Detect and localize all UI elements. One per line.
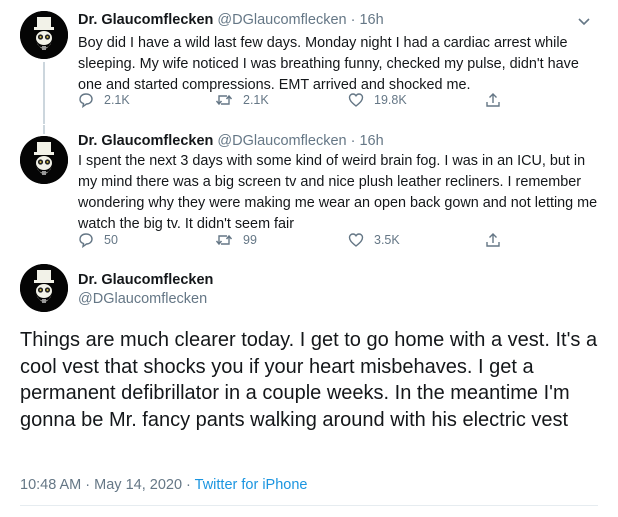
share-button[interactable] [485,232,511,248]
tweet-meta: 10:48 AM · May 14, 2020 · Twitter for iP… [20,477,307,493]
glaucomflecken-avatar-icon [20,11,68,59]
separator-dot: · [350,12,356,28]
retweet-button[interactable]: 99 [215,232,257,248]
avatar[interactable] [20,136,68,184]
main-tweet-text: Things are much clearer today. I get to … [20,329,598,431]
thread-tweet-1[interactable]: Dr. Glaucomflecken @DGlaucomflecken · 16… [0,0,618,125]
tweet-text: Boy did I have a wild last few days. Mon… [78,35,579,93]
glaucomflecken-avatar-icon [20,136,68,184]
user-handle[interactable]: @DGlaucomflecken [78,291,207,307]
retweet-count: 2.1K [243,93,269,107]
display-name[interactable]: Dr. Glaucomflecken [78,133,213,149]
heart-icon [348,93,364,107]
tweet-actions: 50 99 3.5K [78,232,518,254]
avatar[interactable] [20,264,68,312]
display-name[interactable]: Dr. Glaucomflecken [78,272,213,288]
thread-connector [43,125,45,134]
retweet-button[interactable]: 2.1K [215,92,269,108]
reply-button[interactable]: 50 [78,232,118,248]
tweet-actions: 2.1K 2.1K 19.8K [78,92,518,114]
retweet-count: 99 [243,233,257,247]
reply-button[interactable]: 2.1K [78,92,130,108]
tweet-text: I spent the next 3 days with some kind o… [78,153,598,232]
tweet-time[interactable]: 16h [359,133,383,149]
glaucomflecken-avatar-icon [20,264,68,312]
reply-icon [79,93,93,108]
chevron-down-icon[interactable] [576,13,592,29]
reply-count: 50 [104,233,118,247]
tweet-source-link[interactable]: Twitter for iPhone [195,477,308,493]
divider [20,505,598,506]
tweet-header: Dr. Glaucomflecken @DGlaucomflecken · 16… [78,12,384,28]
user-handle[interactable]: @DGlaucomflecken [217,12,346,28]
thread-connector [43,62,45,124]
tweet-timestamp[interactable]: 10:48 AM · May 14, 2020 · [20,477,195,493]
retweet-icon [215,94,233,106]
share-button[interactable] [485,92,511,108]
like-count: 3.5K [374,233,400,247]
avatar[interactable] [20,11,68,59]
tweet-time[interactable]: 16h [359,12,383,28]
retweet-icon [215,234,233,246]
share-icon [486,93,500,107]
reply-count: 2.1K [104,93,130,107]
tweet-header: Dr. Glaucomflecken @DGlaucomflecken · 16… [78,133,384,149]
display-name[interactable]: Dr. Glaucomflecken [78,12,213,28]
reply-icon [79,233,93,248]
like-button[interactable]: 3.5K [348,232,400,248]
heart-icon [348,233,364,247]
share-icon [486,233,500,247]
user-handle[interactable]: @DGlaucomflecken [217,133,346,149]
like-button[interactable]: 19.8K [348,92,407,108]
like-count: 19.8K [374,93,407,107]
thread-tweet-2[interactable]: Dr. Glaucomflecken @DGlaucomflecken · 16… [0,125,618,255]
separator-dot: · [350,133,356,149]
